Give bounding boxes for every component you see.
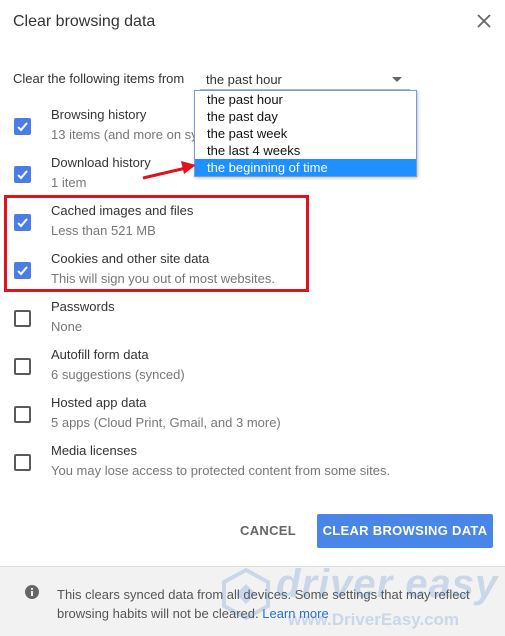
item-description: 6 suggestions (synced) [51, 367, 185, 382]
dropdown-option-last-4-weeks[interactable]: the last 4 weeks [195, 142, 416, 159]
dialog-title: Clear browsing data [13, 13, 156, 30]
dropdown-option-past-day[interactable]: the past day [195, 108, 416, 125]
browsing-history-checkbox[interactable] [14, 118, 31, 135]
cached-images-checkbox[interactable] [14, 214, 31, 231]
chevron-down-icon [392, 77, 402, 82]
checkmark-icon [17, 122, 28, 132]
item-label: Browsing history [51, 107, 147, 122]
close-button[interactable] [473, 10, 495, 32]
item-label: Cookies and other site data [51, 251, 210, 266]
item-label: Download history [51, 155, 151, 170]
learn-more-link[interactable]: Learn more [262, 606, 328, 621]
item-description: This will sign you out of most websites. [51, 271, 275, 286]
item-passwords: Passwords None [0, 298, 505, 346]
clear-browsing-data-button[interactable]: CLEAR BROWSING DATA [317, 514, 493, 548]
info-icon [25, 585, 39, 599]
item-description: You may lose access to protected content… [51, 463, 391, 478]
item-label: Cached images and files [51, 203, 194, 218]
passwords-checkbox[interactable] [14, 310, 31, 327]
time-range-label: Clear the following items from [13, 71, 185, 86]
time-range-value: the past hour [206, 72, 282, 87]
time-range-select[interactable]: the past hour [200, 66, 410, 90]
autofill-checkbox[interactable] [14, 358, 31, 375]
item-cached-images: Cached images and files Less than 521 MB [0, 202, 505, 250]
cookies-checkbox[interactable] [14, 262, 31, 279]
item-autofill: Autofill form data 6 suggestions (synced… [0, 346, 505, 394]
dropdown-option-past-hour[interactable]: the past hour [195, 91, 416, 108]
checkmark-icon [17, 218, 28, 228]
item-description: None [51, 319, 83, 334]
footer-text: This clears synced data from all devices… [57, 585, 487, 623]
item-hosted-app-data: Hosted app data 5 apps (Cloud Print, Gma… [0, 394, 505, 442]
item-description: Less than 521 MB [51, 223, 156, 238]
clear-browsing-data-dialog: Clear browsing data Clear the following … [0, 0, 505, 636]
dropdown-option-past-week[interactable]: the past week [195, 125, 416, 142]
item-description: 5 apps (Cloud Print, Gmail, and 3 more) [51, 415, 281, 430]
item-label: Autofill form data [51, 347, 149, 362]
item-cookies: Cookies and other site data This will si… [0, 250, 505, 298]
item-description: 13 items (and more on sy [51, 127, 198, 142]
time-range-dropdown: the past hour the past day the past week… [194, 90, 417, 177]
dropdown-option-beginning-of-time[interactable]: the beginning of time [195, 159, 416, 176]
checkmark-icon [17, 170, 28, 180]
media-licenses-checkbox[interactable] [14, 454, 31, 471]
item-media-licenses: Media licenses You may lose access to pr… [0, 442, 505, 490]
item-label: Hosted app data [51, 395, 147, 410]
checkmark-icon [17, 266, 28, 276]
close-icon [477, 14, 491, 28]
hosted-app-data-checkbox[interactable] [14, 406, 31, 423]
item-description: 1 item [51, 175, 87, 190]
download-history-checkbox[interactable] [14, 166, 31, 183]
item-label: Passwords [51, 299, 115, 314]
sync-info-footer: This clears synced data from all devices… [0, 566, 505, 636]
cancel-button[interactable]: CANCEL [232, 514, 304, 548]
item-label: Media licenses [51, 443, 137, 458]
